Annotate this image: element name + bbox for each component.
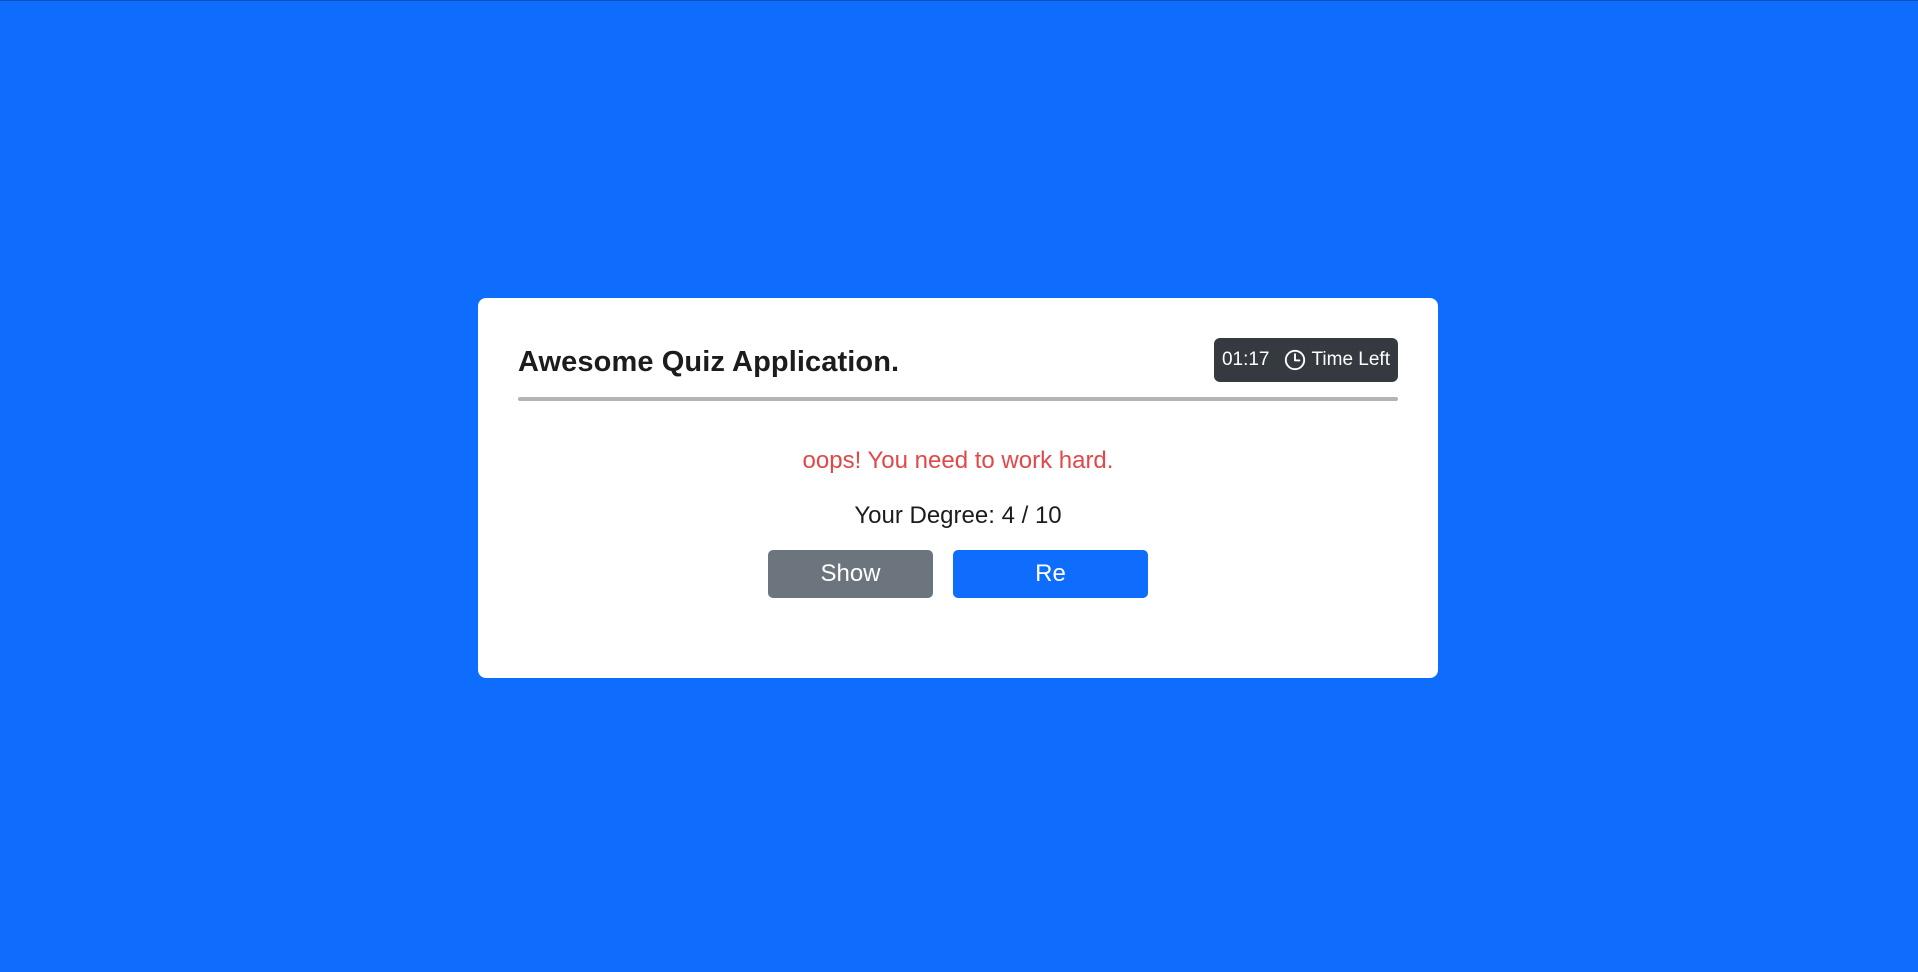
show-results-button[interactable]: Show results [768, 550, 933, 635]
timer-badge: 01:17 Time Left [1213, 338, 1398, 382]
score-total: 10 [1034, 502, 1062, 529]
result-actions: Show results Re examination [478, 550, 1438, 635]
score-value: 4 [1001, 502, 1015, 529]
result-message: oops! You need to work hard. [802, 447, 1114, 474]
card-header: Awesome Quiz Application. 01:17 Time Lef… [518, 338, 1398, 382]
header-divider [518, 397, 1398, 401]
top-edge-line [0, 0, 1918, 1]
score-label: Your Degree: [854, 502, 995, 529]
quiz-result-card: Awesome Quiz Application. 01:17 Time Lef… [478, 298, 1438, 678]
clock-icon [1284, 349, 1306, 371]
score-line: Your Degree: 4 / 10 [478, 501, 1438, 531]
timer-label: Time Left [1311, 349, 1391, 370]
app-title: Awesome Quiz Application. [518, 346, 900, 378]
timer-value: 01:17 [1221, 349, 1270, 370]
re-examination-button[interactable]: Re examination [953, 550, 1148, 635]
